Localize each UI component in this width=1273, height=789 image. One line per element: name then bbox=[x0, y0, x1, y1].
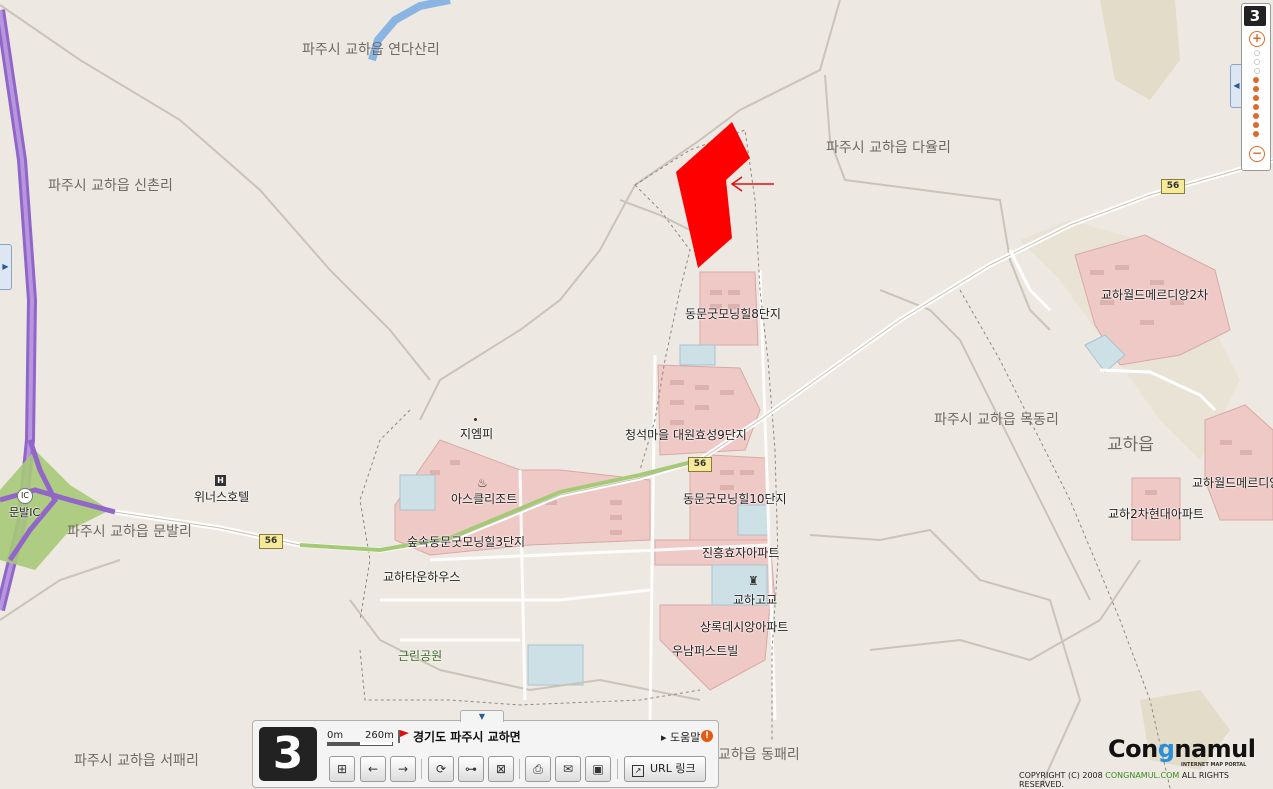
area-measure-button[interactable]: ⊠ bbox=[488, 756, 514, 782]
resort-icon[interactable]: ♨ bbox=[477, 476, 488, 490]
area-measure-icon: ⊠ bbox=[495, 762, 507, 776]
area-zoom-button[interactable]: ⊞ bbox=[329, 756, 355, 782]
print-icon: ⎙ bbox=[533, 762, 543, 776]
zoom-in-button[interactable]: + bbox=[1249, 31, 1265, 47]
distance-icon: ⊶ bbox=[465, 762, 477, 776]
place-label[interactable]: 교하2차현대아파트 bbox=[1108, 505, 1204, 522]
logo-text-accent: g bbox=[1157, 735, 1175, 763]
print-button[interactable]: ⎙ bbox=[525, 756, 551, 782]
poi-dot-icon bbox=[474, 418, 477, 421]
mail-button[interactable]: ✉ bbox=[555, 756, 581, 782]
help-link[interactable]: ▸ 도움말 bbox=[661, 729, 700, 745]
region-label: 교하읍 동패리 bbox=[718, 747, 800, 763]
copyright-text: COPYRIGHT (C) 2008 bbox=[1019, 771, 1103, 780]
save-icon: ▣ bbox=[592, 762, 604, 776]
region-label: 파주시 교하읍 문발리 bbox=[67, 524, 192, 540]
copyright-site[interactable]: CONGNAMUL.COM bbox=[1105, 771, 1179, 780]
back-button[interactable]: ← bbox=[360, 756, 386, 782]
back-arrow-icon: ← bbox=[367, 762, 379, 776]
congnamul-logo[interactable]: Congnamul bbox=[1108, 735, 1256, 763]
region-label: 파주시 교하읍 다율리 bbox=[826, 140, 951, 156]
expand-panel-button[interactable]: ▶ bbox=[0, 244, 12, 290]
region-label: 파주시 교하읍 연다산리 bbox=[302, 42, 440, 58]
mail-icon: ✉ bbox=[562, 762, 574, 776]
route-shield: 56 bbox=[688, 457, 712, 472]
zoom-step-active[interactable] bbox=[1253, 131, 1259, 137]
place-label[interactable]: 위너스호텔 bbox=[194, 488, 249, 505]
place-label[interactable]: 지엠피 bbox=[460, 425, 493, 442]
help-label: 도움말 bbox=[670, 731, 701, 744]
external-link-icon: ↗ bbox=[632, 765, 644, 777]
chevron-right-icon: ▶ bbox=[2, 262, 9, 271]
logo-text: namul bbox=[1174, 735, 1256, 763]
toolbar-toggle-tab[interactable]: ▼ bbox=[460, 710, 504, 722]
zoom-step[interactable] bbox=[1254, 59, 1260, 65]
forward-arrow-icon: → bbox=[397, 762, 409, 776]
interchange-label[interactable]: 문발IC bbox=[9, 504, 40, 520]
route-shield: 56 bbox=[1161, 179, 1185, 194]
map-canvas[interactable] bbox=[0, 0, 1273, 788]
toolbar-divider bbox=[421, 759, 422, 779]
scale-bar bbox=[327, 742, 393, 746]
zoom-step-active[interactable] bbox=[1253, 95, 1259, 101]
map-toolbar: ▼ 3 0m 260m 경기도 파주시 교하면 ▸ 도움말 ! ⊞ ← → ⟳ … bbox=[252, 710, 719, 788]
place-label[interactable]: 교하고교 bbox=[733, 591, 777, 608]
place-label[interactable]: 동문굿모닝힐10단지 bbox=[683, 490, 787, 507]
logo-text: Con bbox=[1108, 735, 1158, 763]
flag-icon bbox=[398, 730, 409, 743]
forward-button[interactable]: → bbox=[390, 756, 416, 782]
route-shield: 56 bbox=[259, 534, 283, 549]
scale-distance: 260m bbox=[365, 730, 394, 741]
refresh-icon: ⟳ bbox=[435, 762, 447, 776]
zoom-step-active[interactable] bbox=[1253, 113, 1259, 119]
region-label: 파주시 교하읍 서패리 bbox=[74, 753, 199, 769]
zoom-level-indicator: 3 bbox=[1244, 6, 1266, 26]
refresh-button[interactable]: ⟳ bbox=[428, 756, 454, 782]
place-label[interactable]: 교하월드메르디앙2차 bbox=[1101, 286, 1208, 303]
copyright-notice: COPYRIGHT (C) 2008 CONGNAMUL.COM ALL RIG… bbox=[1019, 771, 1273, 789]
logo-tagline: INTERNET MAP PORTAL bbox=[1181, 762, 1247, 768]
place-label[interactable]: 진흥효자아파트 bbox=[702, 544, 779, 561]
zoom-level-badge: 3 bbox=[259, 727, 317, 781]
distance-button[interactable]: ⊶ bbox=[458, 756, 484, 782]
town-label: 교하읍 bbox=[1107, 435, 1154, 455]
zoom-step[interactable] bbox=[1254, 50, 1260, 56]
chevron-left-icon: ◀ bbox=[1233, 81, 1240, 90]
zoom-step-active[interactable] bbox=[1253, 104, 1259, 110]
place-label[interactable]: 교하월드메르디앙 bbox=[1192, 474, 1273, 491]
place-label[interactable]: 우남퍼스트빌 bbox=[672, 642, 738, 659]
place-label[interactable]: 동문굿모닝힐8단지 bbox=[685, 305, 781, 322]
zoom-step-active[interactable] bbox=[1253, 122, 1259, 128]
zoom-out-button[interactable]: − bbox=[1249, 146, 1265, 162]
toolbar-divider bbox=[519, 759, 520, 779]
zoom-step-active[interactable] bbox=[1253, 86, 1259, 92]
park-label[interactable]: 근린공원 bbox=[398, 647, 442, 664]
help-badge-icon[interactable]: ! bbox=[701, 730, 713, 742]
scale-start: 0m bbox=[327, 730, 344, 741]
region-label: 파주시 교하읍 신촌리 bbox=[48, 178, 173, 194]
toolbar-divider bbox=[617, 759, 618, 779]
place-label[interactable]: 아스클리조트 bbox=[451, 490, 517, 507]
chevron-down-icon: ▼ bbox=[478, 712, 486, 721]
zoom-step-active[interactable] bbox=[1253, 77, 1259, 83]
url-link-label: URL 링크 bbox=[650, 762, 696, 775]
place-label[interactable]: 교하타운하우스 bbox=[383, 568, 460, 585]
place-label[interactable]: 청석마을 대원효성9단지 bbox=[625, 426, 747, 443]
region-label: 파주시 교하읍 목동리 bbox=[934, 412, 1059, 428]
place-label[interactable]: 상록데시앙아파트 bbox=[700, 618, 788, 635]
zoom-step[interactable] bbox=[1254, 68, 1260, 74]
url-link-button[interactable]: ↗ URL 링크 bbox=[624, 756, 706, 782]
save-button[interactable]: ▣ bbox=[585, 756, 611, 782]
place-label[interactable]: 숲속동문굿모닝힐3단지 bbox=[407, 533, 525, 550]
interchange-badge: IC bbox=[17, 488, 33, 504]
school-icon[interactable]: ♜ bbox=[748, 574, 759, 588]
zoom-control: 3 + − bbox=[1241, 3, 1271, 171]
current-address: 경기도 파주시 교하면 bbox=[413, 730, 521, 744]
area-zoom-icon: ⊞ bbox=[336, 762, 348, 776]
hotel-icon[interactable]: H bbox=[215, 475, 226, 486]
